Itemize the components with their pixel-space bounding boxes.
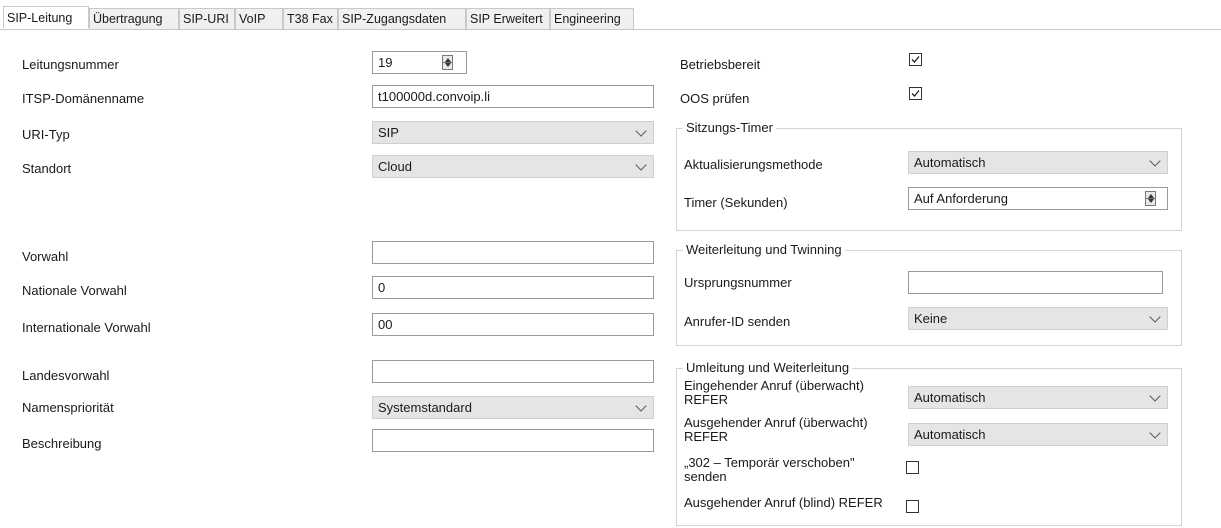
vorwahl-input[interactable] (372, 241, 654, 264)
temp-verschoben-line2: senden (684, 469, 727, 484)
anrufer-id-value: Keine (914, 311, 948, 326)
temp-verschoben-line1: „302 – Temporär verschoben" (684, 455, 855, 470)
spinner-icon[interactable] (442, 55, 453, 70)
tab-sip-erweitert[interactable]: SIP Erweitert (466, 8, 550, 29)
checkmark-icon (911, 90, 920, 97)
blind-refer-checkbox[interactable] (906, 500, 919, 513)
namensprioritaet-value: Systemstandard (378, 400, 472, 415)
uri-typ-select[interactable]: SIP (372, 121, 654, 144)
chevron-down-icon (635, 400, 647, 412)
aktualisierungsmethode-label: Aktualisierungsmethode (684, 157, 823, 172)
aktualisierungsmethode-value: Automatisch (914, 155, 986, 170)
eingehend-refer-select[interactable]: Automatisch (908, 386, 1168, 409)
tab-sip-zugangsdaten[interactable]: SIP-Zugangsdaten (338, 8, 466, 29)
itsp-label: ITSP-Domänenname (22, 91, 145, 106)
chevron-down-icon (1149, 427, 1161, 439)
temp-verschoben-checkbox[interactable] (906, 461, 919, 474)
eingehend-refer-value: Automatisch (914, 390, 986, 405)
beschreibung-input[interactable] (372, 429, 654, 452)
eingehend-label-line1: Eingehender Anruf (überwacht) (684, 378, 864, 393)
weiterleitung-group (676, 250, 1182, 346)
temp-verschoben-label: „302 – Temporär verschoben" senden (684, 456, 855, 484)
blind-refer-label: Ausgehender Anruf (blind) REFER (684, 495, 883, 510)
tab-uebertragung[interactable]: Übertragung (89, 8, 179, 29)
sitzungs-timer-group (676, 128, 1182, 231)
tab-t38-fax[interactable]: T38 Fax (283, 8, 338, 29)
landesvorwahl-input[interactable] (372, 360, 654, 383)
ausgehend-refer-value: Automatisch (914, 427, 986, 442)
umleitung-title: Umleitung und Weiterleitung (683, 360, 853, 375)
nationale-vorwahl-label: Nationale Vorwahl (22, 283, 127, 298)
standort-select[interactable]: Cloud (372, 155, 654, 178)
nationale-vorwahl-input[interactable]: 0 (372, 276, 654, 299)
standort-label: Standort (22, 161, 72, 176)
betriebsbereit-label: Betriebsbereit (680, 57, 761, 72)
ursprungsnummer-input[interactable] (908, 271, 1163, 294)
uri-typ-label: URI-Typ (22, 127, 70, 142)
beschreibung-label: Beschreibung (22, 436, 102, 451)
uri-typ-value: SIP (378, 125, 399, 140)
internationale-vorwahl-input[interactable]: 00 (372, 313, 654, 336)
standort-value: Cloud (378, 159, 412, 174)
eingehend-label-line2: REFER (684, 392, 729, 407)
tab-bar: SIP-Leitung Übertragung SIP-URI VoIP T38… (0, 6, 1221, 30)
chevron-down-icon (635, 159, 647, 171)
timer-value: Auf Anforderung (914, 191, 1008, 206)
anrufer-id-select[interactable]: Keine (908, 307, 1168, 330)
landesvorwahl-label: Landesvorwahl (22, 368, 110, 383)
leitungsnummer-label: Leitungsnummer (22, 57, 119, 72)
ausgehend-label-line2: REFER (684, 429, 729, 444)
ursprungsnummer-label: Ursprungsnummer (684, 275, 792, 290)
eingehend-label: Eingehender Anruf (überwacht) REFER (684, 379, 864, 407)
tab-voip[interactable]: VoIP (235, 8, 283, 29)
namensprioritaet-select[interactable]: Systemstandard (372, 396, 654, 419)
vorwahl-label: Vorwahl (22, 249, 69, 264)
chevron-down-icon (1149, 311, 1161, 323)
anrufer-id-label: Anrufer-ID senden (684, 314, 791, 329)
chevron-down-icon (1149, 155, 1161, 167)
namensprioritaet-label: Namenspriorität (22, 400, 114, 415)
tab-bar-divider (0, 29, 1221, 30)
betriebsbereit-checkbox[interactable] (909, 53, 922, 66)
sitzungs-timer-title: Sitzungs-Timer (683, 120, 776, 135)
oos-label: OOS prüfen (680, 91, 750, 106)
chevron-down-icon (635, 125, 647, 137)
oos-checkbox[interactable] (909, 87, 922, 100)
weiterleitung-title: Weiterleitung und Twinning (683, 242, 845, 257)
itsp-input[interactable]: t100000d.convoip.li (372, 85, 654, 108)
timer-spinbox[interactable]: Auf Anforderung (908, 187, 1168, 210)
ausgehend-refer-select[interactable]: Automatisch (908, 423, 1168, 446)
spinner-icon[interactable] (1145, 191, 1156, 206)
leitungsnummer-spinbox[interactable]: 19 (372, 51, 467, 74)
aktualisierungsmethode-select[interactable]: Automatisch (908, 151, 1168, 174)
timer-label: Timer (Sekunden) (684, 195, 788, 210)
ausgehend-label: Ausgehender Anruf (überwacht) REFER (684, 416, 868, 444)
chevron-down-icon (1149, 390, 1161, 402)
tab-sip-uri[interactable]: SIP-URI (179, 8, 235, 29)
tab-sip-leitung[interactable]: SIP-Leitung (3, 6, 89, 28)
leitungsnummer-value: 19 (378, 55, 393, 70)
checkmark-icon (911, 56, 920, 63)
ausgehend-label-line1: Ausgehender Anruf (überwacht) (684, 415, 868, 430)
internationale-vorwahl-label: Internationale Vorwahl (22, 320, 151, 335)
tab-engineering[interactable]: Engineering (550, 8, 634, 29)
